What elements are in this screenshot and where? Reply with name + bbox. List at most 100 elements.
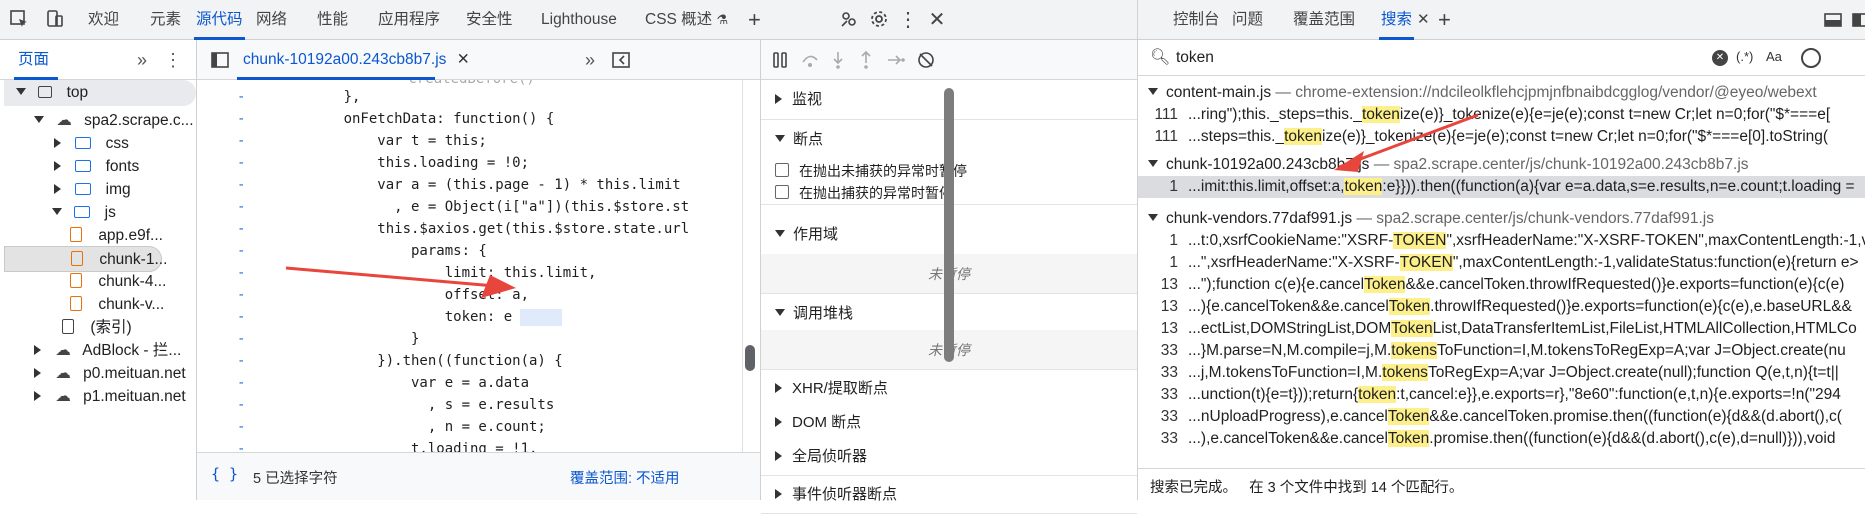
editor-vertical-scrollbar[interactable] — [745, 345, 755, 371]
deactivate-breakpoints-icon[interactable] — [915, 49, 937, 71]
search-result-line[interactable]: 1 ...t:0,xsrfCookieName:"XSRF-TOKEN",xsrf… — [1138, 230, 1865, 252]
tab-css-overview[interactable]: CSS 概述 ⚗ — [645, 0, 728, 40]
search-bar: 🔍︎ token ✕ (.*) Aa — [1138, 40, 1865, 76]
refresh-search-icon[interactable] — [1801, 48, 1821, 68]
selection-highlight — [520, 309, 562, 326]
search-file-header[interactable]: content-main.js — chrome-extension://ndc… — [1138, 82, 1865, 104]
search-input[interactable]: token — [1176, 40, 1696, 76]
folder-icon — [75, 137, 92, 149]
code-line: this.loading = !0; — [293, 155, 530, 171]
code-line: } — [293, 331, 420, 347]
tab-network[interactable]: 网络 — [256, 0, 287, 40]
pause-caught-checkbox[interactable] — [775, 185, 789, 199]
pause-uncaught-checkbox[interactable] — [775, 163, 789, 177]
step-icon[interactable] — [885, 49, 907, 71]
close-file-tab-icon[interactable]: ✕ — [457, 51, 470, 68]
tab-application[interactable]: 应用程序 — [378, 0, 440, 40]
folder-icon — [75, 160, 92, 172]
tab-lighthouse[interactable]: Lighthouse — [541, 0, 617, 40]
pause-resume-icon[interactable] — [769, 49, 791, 71]
collapsed-triangle-icon — [775, 383, 782, 393]
clear-search-icon[interactable]: ✕ — [1712, 50, 1728, 66]
collapsed-triangle-icon — [775, 489, 782, 499]
search-file-header[interactable]: chunk-vendors.77daf991.js — spa2.scrape.… — [1138, 208, 1865, 230]
tree-item-label: css — [105, 135, 129, 152]
section-label: DOM 断点 — [792, 414, 862, 431]
tab-console[interactable]: 控制台 — [1173, 0, 1220, 40]
tree-item-label: fonts — [105, 158, 140, 175]
device-toolbar-icon[interactable] — [44, 8, 66, 30]
add-tab-button[interactable]: + — [748, 0, 761, 40]
code-line-selected: token: e — [293, 309, 513, 325]
customize-icon[interactable] — [838, 8, 860, 30]
tab-issues[interactable]: 问题 — [1232, 0, 1263, 40]
more-tabs-chevron-icon[interactable]: » — [137, 40, 147, 80]
tab-search[interactable]: 搜索 — [1378, 0, 1415, 40]
expanded-triangle-icon — [1148, 160, 1158, 167]
tab-welcome[interactable]: 欢迎 — [88, 0, 119, 40]
section-dom[interactable]: DOM 断点 — [761, 404, 1137, 442]
tab-elements[interactable]: 元素 — [150, 0, 181, 40]
tab-sources[interactable]: 源代码 — [194, 0, 245, 40]
section-event-listeners[interactable]: 事件侦听器断点 — [761, 476, 1137, 514]
toggle-debugger-icon[interactable] — [610, 49, 632, 71]
tree-item-label: chunk-v... — [98, 296, 165, 313]
inspect-element-icon[interactable] — [8, 8, 30, 30]
search-statusbar: 搜索已完成。 在 3 个文件中找到 14 个匹配行。 — [1138, 468, 1865, 500]
match-case-toggle[interactable]: Aa — [1766, 49, 1782, 64]
file-tab-chunk[interactable]: chunk-10192a00.243cb8b7.js ✕ — [243, 40, 470, 80]
more-options-icon[interactable]: ⋮ — [897, 8, 919, 31]
settings-gear-icon[interactable] — [868, 8, 890, 30]
expanded-triangle-icon — [1148, 88, 1158, 95]
add-drawer-tab-button[interactable]: + — [1438, 0, 1451, 40]
coverage-status-link[interactable]: 覆盖范围: 不适用 — [570, 467, 680, 488]
search-result-line[interactable]: 13 ...){e.cancelToken&&e.cancelToken.thro… — [1138, 296, 1865, 318]
search-result-line[interactable]: 33 ...),e.cancelToken&&e.cancelToken.prom… — [1138, 428, 1865, 450]
tab-security[interactable]: 安全性 — [466, 0, 513, 40]
code-editor[interactable]: - createdBefore() - }, - onFetchData: fu… — [197, 80, 760, 452]
pretty-print-braces-icon[interactable]: { } — [211, 465, 238, 483]
section-label: 监视 — [792, 91, 823, 108]
search-result-line[interactable]: 33 ...}M.parse=N,M.compile=j,M.tokensToFu… — [1138, 340, 1865, 362]
close-icon[interactable]: ✕ — [926, 8, 948, 31]
navigator-menu-icon[interactable]: ⋮ — [164, 40, 182, 80]
folder-icon — [74, 206, 91, 218]
cloud-icon: ☁ — [55, 342, 71, 359]
regex-toggle[interactable]: (.*) — [1736, 49, 1753, 64]
tab-coverage[interactable]: 覆盖范围 — [1293, 0, 1355, 40]
search-result-line[interactable]: 13 ...ectList,DOMStringList,DOMTokenList,… — [1138, 318, 1865, 340]
search-result-line[interactable]: 33 ...unction(t){e=t}));return{token:t,ca… — [1138, 384, 1865, 406]
step-into-icon[interactable] — [827, 49, 849, 71]
search-result-line[interactable]: 33 ...nUploadProgress),e.cancelToken&&e.c… — [1138, 406, 1865, 428]
search-result-line[interactable]: 33 ...j,M.tokensToFunction=I,M.tokensToRe… — [1138, 362, 1865, 384]
search-result-line[interactable]: 111 ...steps=this._tokenize(e)}_tokenize(… — [1138, 126, 1865, 148]
more-files-chevron-icon[interactable]: » — [585, 40, 595, 80]
expanded-triangle-icon — [16, 88, 26, 95]
expanded-triangle-icon — [775, 135, 785, 142]
debugger-scrollbar[interactable] — [944, 88, 954, 362]
search-result-line[interactable]: 1 ...",xsrfHeaderName:"X-XSRF-TOKEN",maxC… — [1138, 252, 1865, 274]
step-out-icon[interactable] — [855, 49, 877, 71]
section-global-listeners[interactable]: 全局侦听器 — [761, 438, 1137, 476]
section-xhr[interactable]: XHR/提取断点 — [761, 370, 1137, 408]
search-file-header[interactable]: chunk-10192a00.243cb8b7.js — spa2.scrape… — [1138, 154, 1865, 176]
frame-icon — [38, 86, 53, 98]
tree-item-label: top — [66, 84, 89, 101]
dock-side-icon[interactable] — [1850, 9, 1865, 31]
close-search-tab-icon[interactable]: ✕ — [1417, 0, 1430, 40]
tab-page[interactable]: 页面 — [18, 40, 49, 80]
tree-item-p1[interactable]: ☁ p1.meituan.net — [22, 384, 186, 410]
search-result-line-selected[interactable]: 1 ...imit:this.limit,offset:a,token:e}}))… — [1138, 176, 1865, 198]
tab-performance[interactable]: 性能 — [317, 0, 348, 40]
search-result-line[interactable]: 13 ...");function c(e){e.cancelToken&&e.c… — [1138, 274, 1865, 296]
expanded-triangle-icon — [775, 230, 785, 237]
collapsed-triangle-icon — [34, 391, 41, 401]
collapsed-triangle-icon — [34, 368, 41, 378]
step-over-icon[interactable] — [799, 49, 821, 71]
folder-icon — [75, 183, 92, 195]
search-result-line[interactable]: 111 ...ring");this._steps=this._tokenize(… — [1138, 104, 1865, 126]
file-path: — chrome-extension://ndcileolkflehcjpmjn… — [1275, 84, 1817, 101]
toggle-navigator-icon[interactable] — [209, 49, 231, 71]
tree-item-top[interactable]: top — [4, 80, 196, 106]
dock-bottom-icon[interactable] — [1822, 9, 1844, 31]
